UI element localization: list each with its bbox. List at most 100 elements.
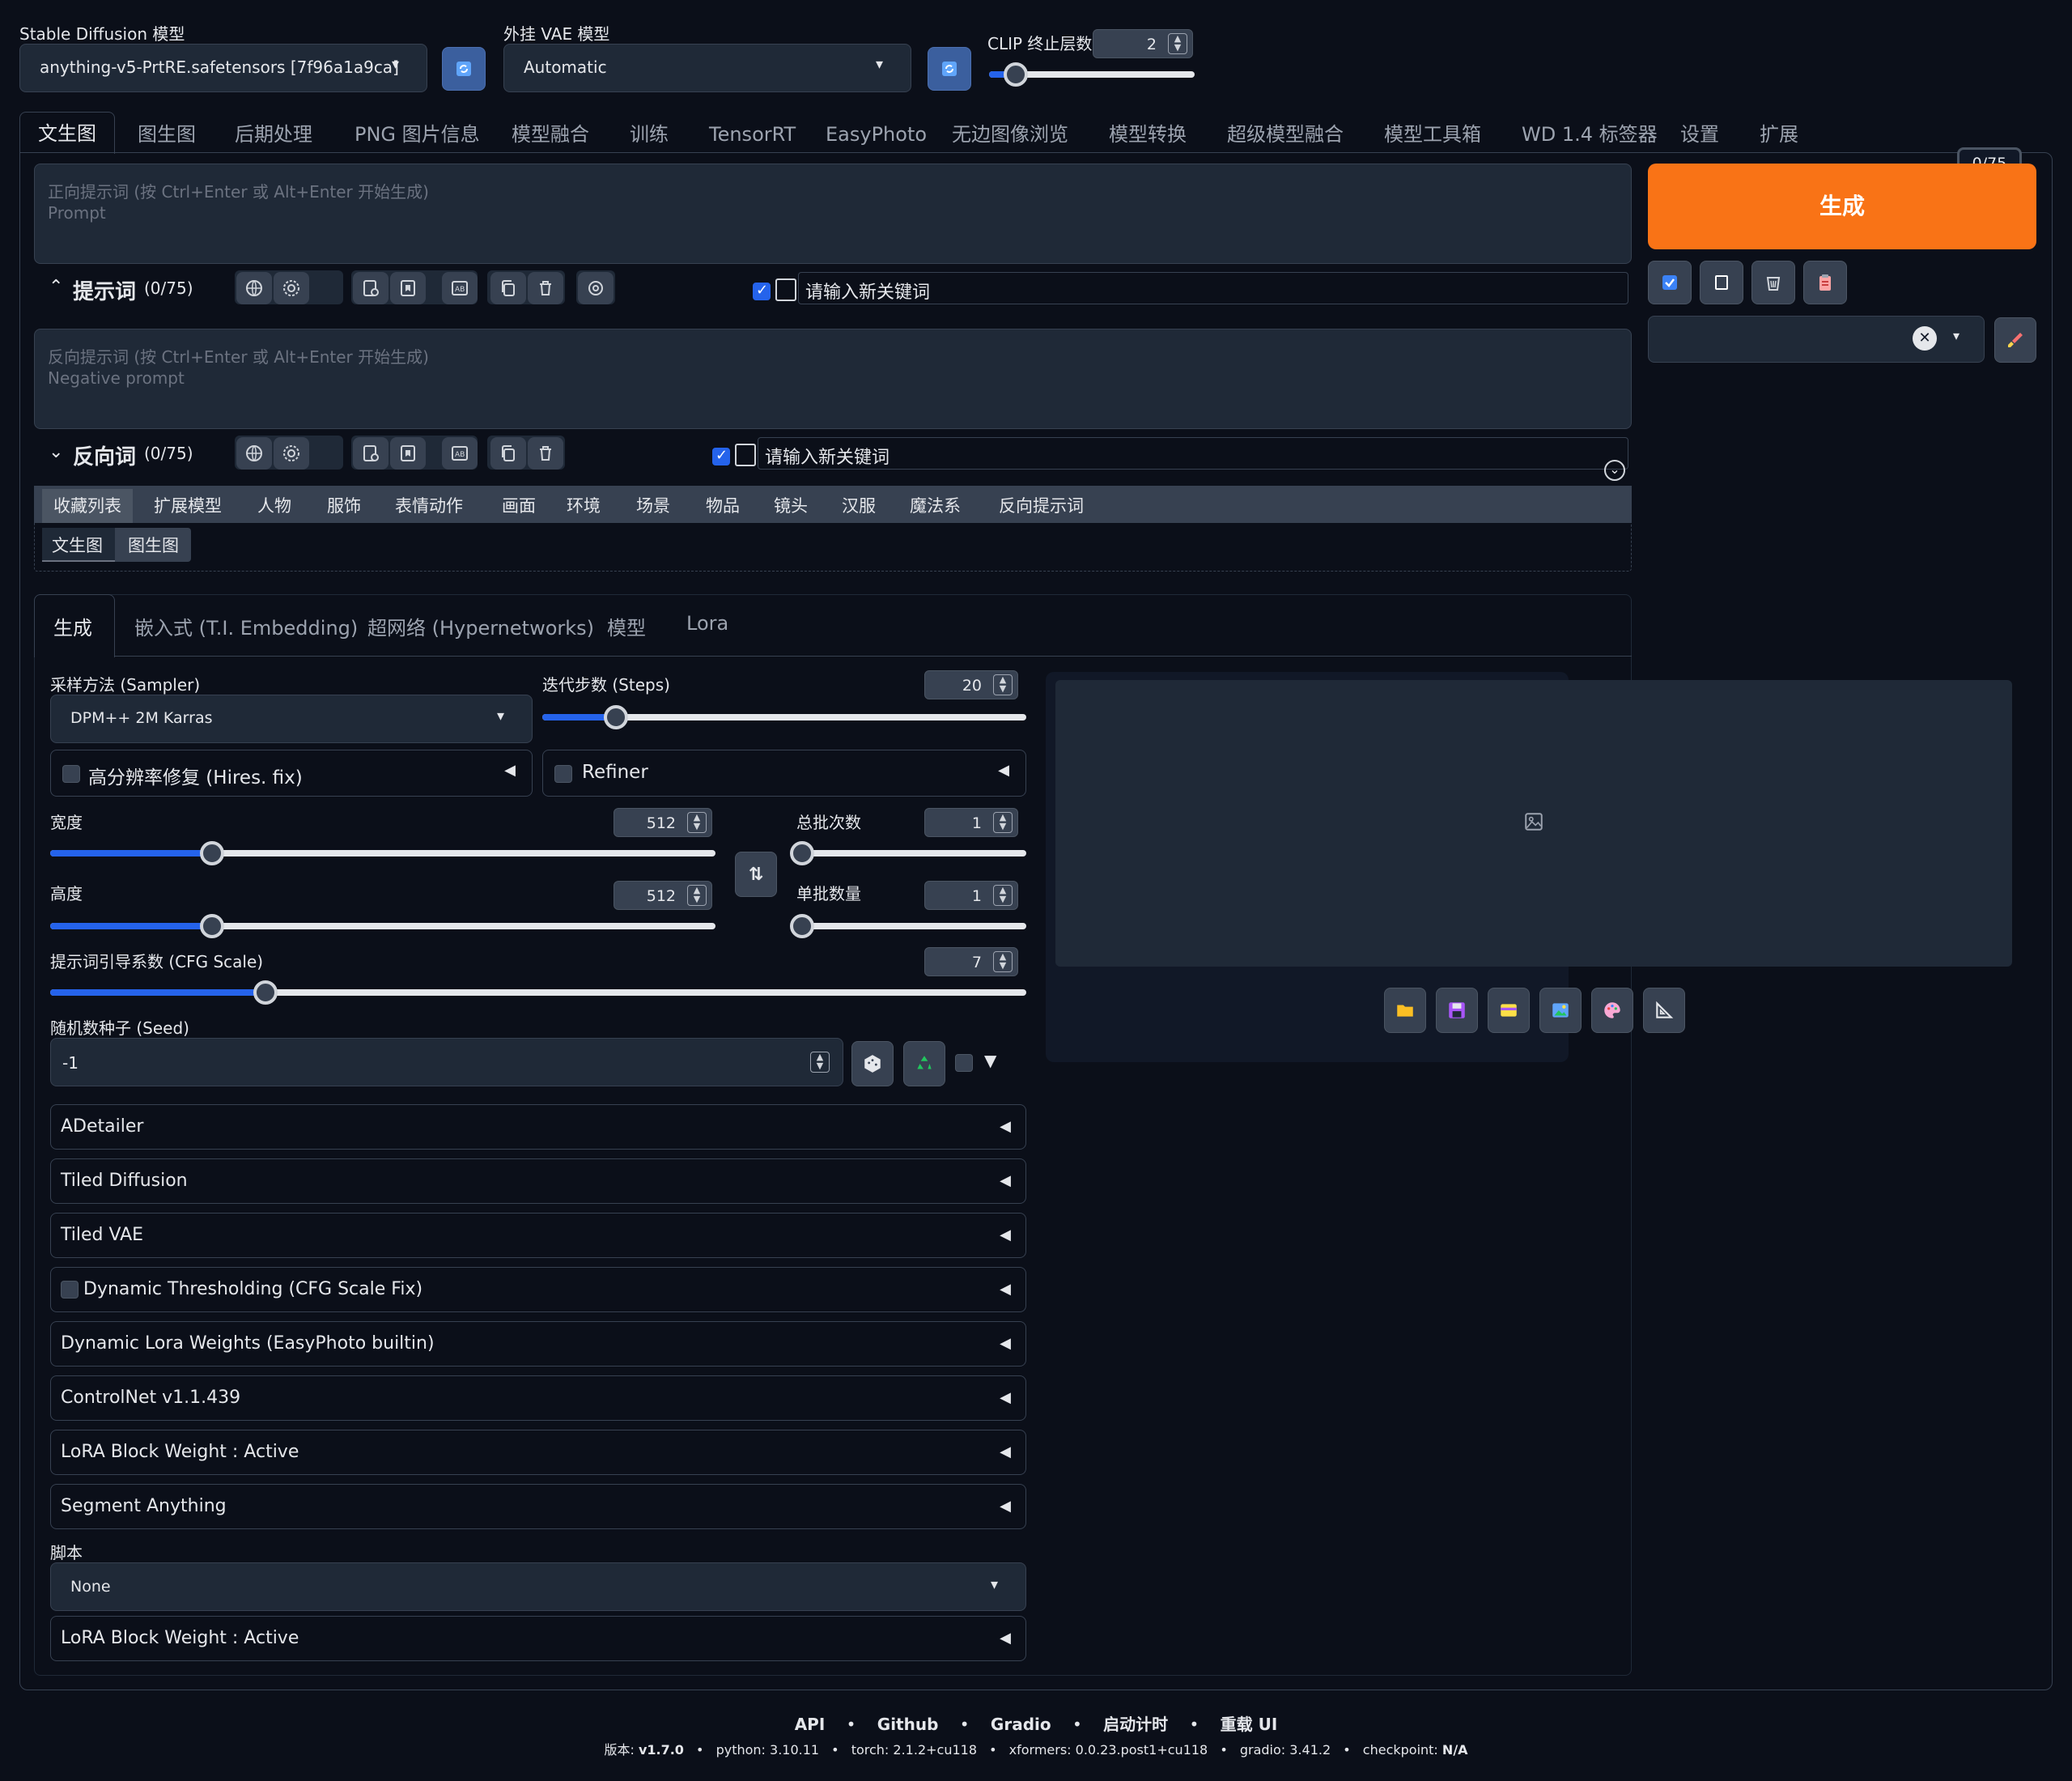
steps-input[interactable]: 20 ▲ ▼	[924, 670, 1018, 699]
sd-model-select[interactable]: anything-v5-PrtRE.safetensors [7f96a1a9c…	[19, 44, 427, 92]
gen-tab-lora[interactable]: Lora	[686, 612, 728, 635]
batch-size-slider-track[interactable]	[796, 923, 1026, 929]
generate-button[interactable]: 生成	[1648, 164, 2036, 249]
gen-tab-generate[interactable]: 生成	[53, 612, 92, 640]
history-icon[interactable]	[353, 437, 388, 470]
main-tab-super-merge[interactable]: 超级模型融合	[1227, 117, 1344, 152]
open-folder-button[interactable]	[1384, 988, 1426, 1033]
bookmark-icon[interactable]	[390, 272, 426, 304]
clip-input[interactable]: 2 ▲ ▼	[1093, 29, 1193, 58]
footer-link-startup[interactable]: 启动计时	[1103, 1715, 1168, 1734]
category-tab[interactable]: 画面	[490, 489, 547, 523]
category-tab[interactable]: 扩展模型	[142, 489, 233, 523]
main-tab-wd-tagger[interactable]: WD 1.4 标签器	[1522, 117, 1658, 152]
copy-icon[interactable]	[490, 437, 526, 470]
send-to-inpaint-button[interactable]	[1591, 988, 1633, 1033]
footer-link-api[interactable]: API	[795, 1715, 826, 1734]
height-slider-thumb[interactable]	[200, 914, 224, 938]
batch-count-slider-thumb[interactable]	[790, 841, 814, 865]
category-tab[interactable]: 收藏列表	[42, 489, 133, 523]
batch-size-slider-thumb[interactable]	[790, 914, 814, 938]
gen-tab-embedding[interactable]: 嵌入式 (T.I. Embedding)	[134, 612, 358, 640]
lora-block-weight-script-accordion[interactable]: LoRA Block Weight : Active ◀	[50, 1616, 1026, 1661]
main-tab-extensions[interactable]: 扩展	[1760, 117, 1798, 152]
footer-link-gradio[interactable]: Gradio	[991, 1715, 1051, 1734]
lora-block-weight-accordion[interactable]: LoRA Block Weight : Active ◀	[50, 1430, 1026, 1475]
adetailer-accordion[interactable]: ADetailer ◀	[50, 1104, 1026, 1150]
spinner[interactable]: ▲ ▼	[810, 1052, 830, 1073]
category-tab[interactable]: 物品	[694, 489, 751, 523]
sampler-select[interactable]: DPM++ 2M Karras ▾	[50, 695, 533, 743]
main-tab-model-toolkit[interactable]: 模型工具箱	[1384, 117, 1481, 152]
translate-icon[interactable]	[236, 437, 272, 470]
cfg-slider-thumb[interactable]	[253, 980, 278, 1005]
expand-icon[interactable]: ⌄	[49, 442, 63, 462]
category-tab[interactable]: 表情动作	[384, 489, 474, 523]
prompt-keyword-input[interactable]: 请输入新关键词	[798, 272, 1628, 304]
spinner[interactable]: ▲ ▼	[993, 812, 1013, 833]
gear-icon[interactable]	[274, 437, 309, 470]
category-tab[interactable]: 人物	[246, 489, 303, 523]
category-tab[interactable]: 服饰	[316, 489, 372, 523]
category-tab[interactable]: 场景	[625, 489, 681, 523]
refiner-checkbox[interactable]	[554, 765, 572, 783]
category-tab[interactable]: 环境	[555, 489, 612, 523]
height-input[interactable]: 512 ▲ ▼	[614, 881, 712, 910]
trash-icon[interactable]	[528, 272, 563, 304]
refresh-model-button[interactable]	[442, 47, 486, 91]
keyword-checkbox[interactable]	[712, 447, 730, 465]
copy-icon[interactable]	[490, 272, 526, 304]
gen-tab-hypernetworks[interactable]: 超网络 (Hypernetworks)	[367, 612, 594, 640]
ab-icon[interactable]: AB	[442, 437, 478, 470]
main-tab-infinite-browser[interactable]: 无边图像浏览	[952, 117, 1068, 152]
sub-tab-img2img[interactable]: 图生图	[128, 533, 179, 557]
edit-styles-button[interactable]	[1994, 317, 2036, 363]
tiled-diffusion-accordion[interactable]: Tiled Diffusion ◀	[50, 1158, 1026, 1204]
extra-seed-checkbox[interactable]	[955, 1054, 973, 1072]
clear-prompt-button[interactable]	[1700, 261, 1743, 304]
reuse-seed-button[interactable]	[903, 1041, 945, 1086]
main-tab-png-info[interactable]: PNG 图片信息	[355, 117, 480, 152]
chevron-down-circle-icon[interactable]: ⌄	[1604, 460, 1625, 481]
refiner-accordion[interactable]: Refiner ◀	[542, 750, 1026, 797]
dynamic-thresholding-accordion[interactable]: Dynamic Thresholding (CFG Scale Fix) ◀	[50, 1267, 1026, 1312]
batch-count-input[interactable]: 1 ▲ ▼	[924, 808, 1018, 837]
refresh-vae-button[interactable]	[928, 47, 971, 91]
tiled-vae-accordion[interactable]: Tiled VAE ◀	[50, 1213, 1026, 1258]
width-slider-thumb[interactable]	[200, 841, 224, 865]
prompt-textarea[interactable]: 正向提示词 (按 Ctrl+Enter 或 Alt+Enter 开始生成) Pr…	[34, 164, 1632, 264]
vae-select[interactable]: Automatic ▾	[503, 44, 911, 92]
cfg-input[interactable]: 7 ▲ ▼	[924, 947, 1018, 976]
random-seed-button[interactable]	[851, 1041, 894, 1086]
trash-styles-button[interactable]	[1751, 261, 1795, 304]
footer-link-reload[interactable]: 重载 UI	[1221, 1715, 1278, 1734]
swap-dimensions-button[interactable]: ⇅	[735, 852, 777, 897]
history-icon[interactable]	[353, 272, 388, 304]
category-tab[interactable]: 镜头	[762, 489, 819, 523]
sub-tab-txt2img[interactable]: 文生图	[52, 533, 103, 557]
main-tab-train[interactable]: 训练	[630, 117, 669, 152]
trash-icon[interactable]	[528, 437, 563, 470]
dynamic-thresholding-checkbox[interactable]	[61, 1281, 79, 1299]
spinner[interactable]: ▲ ▼	[993, 951, 1013, 972]
bookmark-icon[interactable]	[390, 437, 426, 470]
keyword-checkbox[interactable]	[753, 282, 771, 300]
controlnet-accordion[interactable]: ControlNet v1.1.439 ◀	[50, 1375, 1026, 1421]
openai-icon[interactable]	[578, 272, 614, 304]
main-tab-txt2img[interactable]: 文生图	[19, 112, 115, 154]
main-tab-easyphoto[interactable]: EasyPhoto	[826, 117, 927, 152]
category-tab[interactable]: 反向提示词	[987, 489, 1095, 523]
translate-icon[interactable]	[236, 272, 272, 304]
styles-select[interactable]: ✕ ▾	[1648, 316, 1985, 363]
hires-fix-checkbox[interactable]	[62, 765, 80, 783]
main-tab-merge[interactable]: 模型融合	[512, 117, 589, 152]
width-input[interactable]: 512 ▲ ▼	[614, 808, 712, 837]
segment-anything-accordion[interactable]: Segment Anything ◀	[50, 1484, 1026, 1529]
batch-size-input[interactable]: 1 ▲ ▼	[924, 881, 1018, 910]
collapse-icon[interactable]: ⌃	[49, 277, 63, 297]
main-tab-img2img[interactable]: 图生图	[138, 117, 196, 152]
main-tab-model-convert[interactable]: 模型转换	[1109, 117, 1187, 152]
spinner[interactable]: ▲ ▼	[993, 885, 1013, 906]
clear-icon[interactable]: ✕	[1913, 326, 1937, 351]
main-tab-tensorrt[interactable]: TensorRT	[709, 117, 796, 152]
